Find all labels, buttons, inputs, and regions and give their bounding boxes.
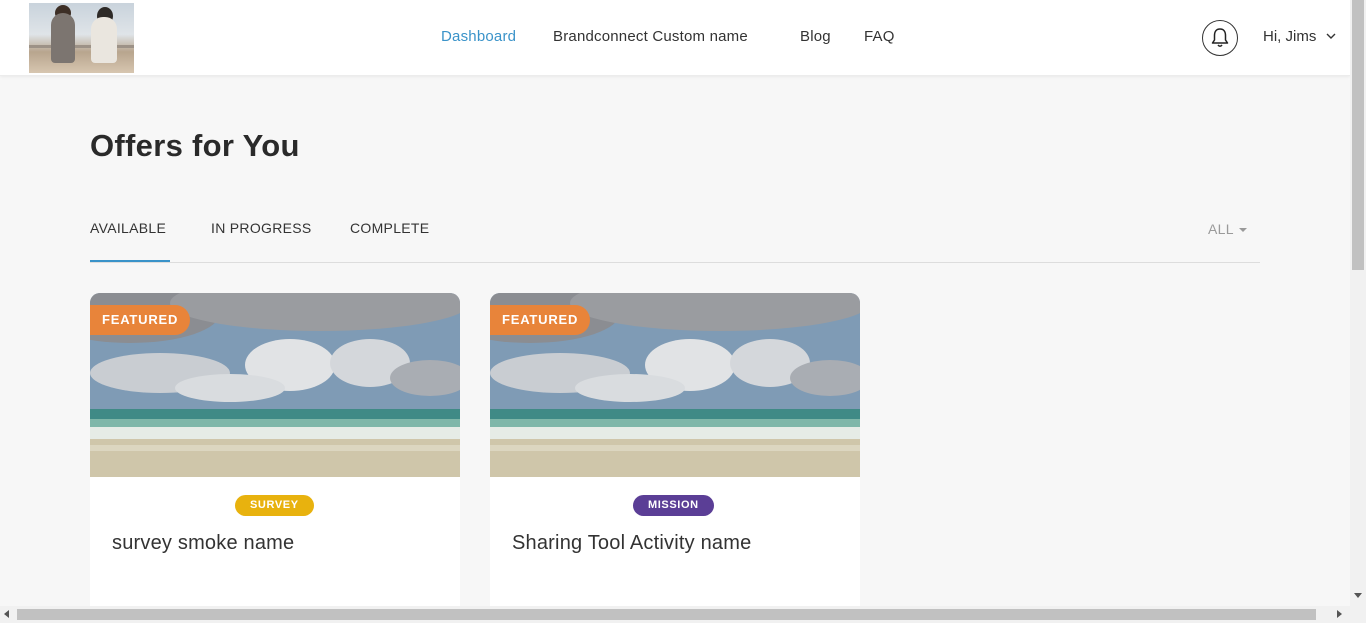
nav-faq[interactable]: FAQ [864,28,895,45]
user-menu-greeting[interactable]: Hi, Jims [1263,28,1316,45]
offer-type-badge: MISSION [633,495,714,516]
featured-badge: FEATURED [90,305,191,335]
vertical-scrollbar[interactable] [1350,0,1366,608]
nav-brandconnect[interactable]: Brandconnect Custom name [553,28,748,45]
tabs-divider [90,262,1260,263]
caret-down-icon[interactable] [1239,228,1247,233]
offer-title[interactable]: Sharing Tool Activity name [512,532,751,555]
top-navigation-bar: Dashboard Brandconnect Custom name Blog … [0,0,1350,76]
horizontal-scroll-thumb[interactable] [17,609,1316,620]
offer-title[interactable]: survey smoke name [112,532,294,555]
offer-card-survey[interactable]: FEATURED SURVEY survey smoke name [90,293,460,613]
active-tab-indicator [90,260,170,262]
vertical-scroll-thumb[interactable] [1352,0,1364,270]
tab-available[interactable]: AVAILABLE [90,220,166,236]
nav-dashboard[interactable]: Dashboard [441,28,516,45]
brand-logo[interactable] [29,3,134,73]
tab-complete[interactable]: COMPLETE [350,220,429,236]
tab-in-progress[interactable]: IN PROGRESS [211,220,312,236]
scroll-right-arrow-icon[interactable] [1337,610,1343,618]
offer-card-mission[interactable]: FEATURED MISSION Sharing Tool Activity n… [490,293,860,613]
bell-icon [1211,28,1229,47]
featured-badge: FEATURED [490,305,591,335]
page-title: Offers for You [90,128,300,163]
offer-type-badge: SURVEY [235,495,314,516]
chevron-down-icon[interactable] [1326,32,1336,40]
scroll-left-arrow-icon[interactable] [4,610,10,618]
notifications-button[interactable] [1202,20,1238,56]
nav-blog[interactable]: Blog [800,28,831,45]
filter-dropdown[interactable]: ALL [1208,221,1234,237]
horizontal-scrollbar[interactable] [0,606,1366,623]
scroll-down-arrow-icon[interactable] [1354,593,1362,599]
